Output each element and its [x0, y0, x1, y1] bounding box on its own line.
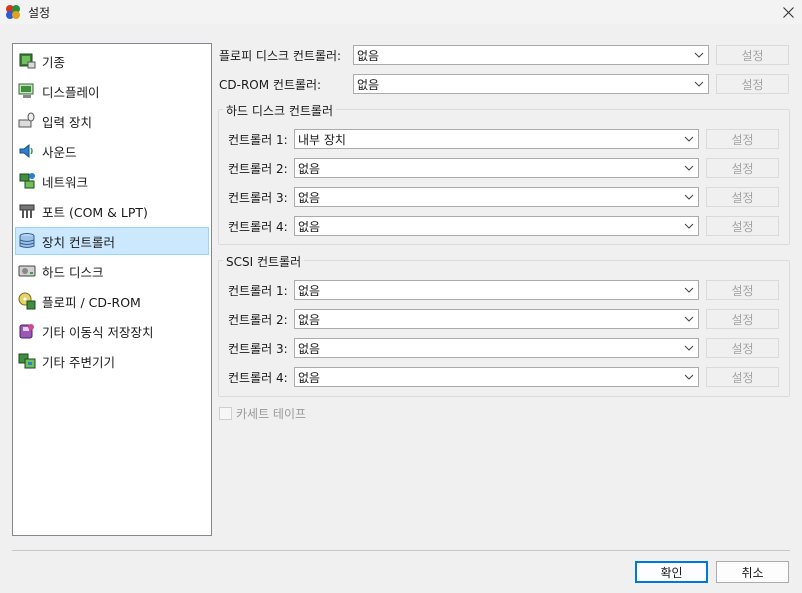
sidebar-item-storage-controllers[interactable]: 장치 컨트롤러 [15, 227, 209, 255]
hdd-controller-2-select[interactable]: 없음 [294, 158, 699, 178]
cdrom-controller-configure-button[interactable]: 설정 [716, 74, 789, 94]
sound-icon [19, 143, 33, 159]
sidebar-item-label: 포트 (COM & LPT) [42, 204, 148, 220]
sidebar-item-floppy-cdrom[interactable]: 플로피 / CD-ROM [15, 287, 209, 315]
scsi-controllers-group-title: SCSI 컨트롤러 [223, 253, 305, 270]
close-button[interactable] [774, 0, 802, 24]
hdd-controller-1-label: 컨트롤러 1: [228, 133, 288, 147]
scsi-controller-2-label: 컨트롤러 2: [228, 313, 288, 327]
machine-icon [19, 53, 36, 69]
hdd-controllers-group-title: 하드 디스크 컨트롤러 [223, 102, 336, 119]
sidebar-item-label: 입력 장치 [42, 114, 92, 130]
sidebar-item-network[interactable]: 네트워크 [15, 167, 209, 195]
cassette-checkbox[interactable] [219, 407, 232, 420]
sidebar-item-label: 네트워크 [42, 174, 89, 190]
cassette-label: 카세트 테이프 [236, 407, 307, 421]
sidebar-item-sound[interactable]: 사운드 [15, 137, 209, 165]
hdd-controller-4-label: 컨트롤러 4: [228, 220, 288, 234]
window-title: 설정 [28, 6, 51, 20]
chevron-down-icon [680, 368, 698, 386]
display-icon [18, 83, 34, 98]
scsi-controller-2-configure-button[interactable]: 설정 [706, 309, 779, 329]
chevron-down-icon [680, 159, 698, 177]
hdd-controller-4-select[interactable]: 없음 [294, 216, 699, 236]
chevron-down-icon [680, 339, 698, 357]
sidebar-item-label: 장치 컨트롤러 [42, 234, 115, 250]
scsi-controller-4-label: 컨트롤러 4: [228, 371, 288, 385]
scsi-controller-3-select[interactable]: 없음 [294, 338, 699, 358]
sidebar-item-label: 플로피 / CD-ROM [42, 294, 141, 310]
settings-category-list[interactable]: 기종 디스플레이 입력 장치 사운드 네트워크 포트 (COM & LPT) 장… [12, 43, 212, 536]
floppy-controller-value: 없음 [357, 48, 380, 63]
hdd-controller-3-select[interactable]: 없음 [294, 187, 699, 207]
floppy-cdrom-icon [18, 292, 36, 310]
sidebar-item-label: 기타 이동식 저장장치 [42, 324, 154, 340]
scsi-controller-4-value: 없음 [298, 370, 321, 385]
scsi-controller-1-configure-button[interactable]: 설정 [706, 280, 779, 300]
cdrom-controller-select[interactable]: 없음 [353, 74, 709, 94]
sidebar-item-other-peripherals[interactable]: 기타 주변기기 [15, 347, 209, 375]
cancel-button[interactable]: 취소 [716, 561, 789, 583]
scsi-controller-4-select[interactable]: 없음 [294, 367, 699, 387]
ports-icon [19, 204, 35, 218]
scsi-controller-1-value: 없음 [298, 283, 321, 298]
hdd-controller-4-configure-button[interactable]: 설정 [706, 216, 779, 236]
removable-storage-icon [19, 324, 34, 339]
sidebar-item-label: 하드 디스크 [42, 264, 104, 280]
storage-controllers-icon [19, 233, 35, 248]
sidebar-item-machine[interactable]: 기종 [15, 47, 209, 75]
hdd-controller-1-select[interactable]: 내부 장치 [294, 129, 699, 149]
title-bar: 설정 [0, 0, 802, 24]
input-devices-icon [18, 112, 35, 128]
scsi-controller-4-configure-button[interactable]: 설정 [706, 367, 779, 387]
chevron-down-icon [680, 310, 698, 328]
hdd-controller-3-label: 컨트롤러 3: [228, 191, 288, 205]
network-icon [19, 173, 35, 189]
hdd-controller-2-label: 컨트롤러 2: [228, 162, 288, 176]
hdd-controller-1-value: 내부 장치 [298, 132, 346, 147]
sidebar-item-hard-disk[interactable]: 하드 디스크 [15, 257, 209, 285]
sidebar-item-label: 기타 주변기기 [42, 354, 115, 370]
hdd-controller-2-value: 없음 [298, 161, 321, 176]
hdd-controller-3-configure-button[interactable]: 설정 [706, 187, 779, 207]
chevron-down-icon [680, 281, 698, 299]
scsi-controller-2-value: 없음 [298, 312, 321, 327]
close-icon [782, 6, 794, 18]
sidebar-item-label: 사운드 [42, 144, 77, 160]
chevron-down-icon [680, 217, 698, 235]
chevron-down-icon [680, 130, 698, 148]
scsi-controller-1-select[interactable]: 없음 [294, 280, 699, 300]
ok-button[interactable]: 확인 [635, 561, 708, 583]
hdd-controller-1-configure-button[interactable]: 설정 [706, 129, 779, 149]
hdd-controller-3-value: 없음 [298, 190, 321, 205]
chevron-down-icon [680, 188, 698, 206]
scsi-controller-2-select[interactable]: 없음 [294, 309, 699, 329]
app-icon [6, 5, 20, 19]
hdd-controller-2-configure-button[interactable]: 설정 [706, 158, 779, 178]
scsi-controller-3-value: 없음 [298, 341, 321, 356]
sidebar-item-label: 디스플레이 [42, 84, 100, 100]
sidebar-item-ports[interactable]: 포트 (COM & LPT) [15, 197, 209, 225]
floppy-controller-select[interactable]: 없음 [353, 45, 709, 65]
hdd-controller-4-value: 없음 [298, 219, 321, 234]
cdrom-controller-value: 없음 [357, 77, 380, 92]
sidebar-item-removable-storage[interactable]: 기타 이동식 저장장치 [15, 317, 209, 345]
sidebar-item-display[interactable]: 디스플레이 [15, 77, 209, 105]
scsi-controller-1-label: 컨트롤러 1: [228, 284, 288, 298]
hard-disk-icon [18, 265, 36, 277]
scsi-controller-3-configure-button[interactable]: 설정 [706, 338, 779, 358]
cdrom-controller-label: CD-ROM 컨트롤러: [219, 78, 322, 92]
scsi-controller-3-label: 컨트롤러 3: [228, 342, 288, 356]
chevron-down-icon [690, 46, 708, 64]
footer-divider [12, 550, 790, 551]
floppy-controller-label: 플로피 디스크 컨트롤러: [219, 49, 342, 63]
sidebar-item-input-devices[interactable]: 입력 장치 [15, 107, 209, 135]
peripherals-icon [18, 353, 36, 369]
sidebar-item-label: 기종 [42, 54, 66, 70]
floppy-controller-configure-button[interactable]: 설정 [716, 45, 789, 65]
chevron-down-icon [690, 75, 708, 93]
